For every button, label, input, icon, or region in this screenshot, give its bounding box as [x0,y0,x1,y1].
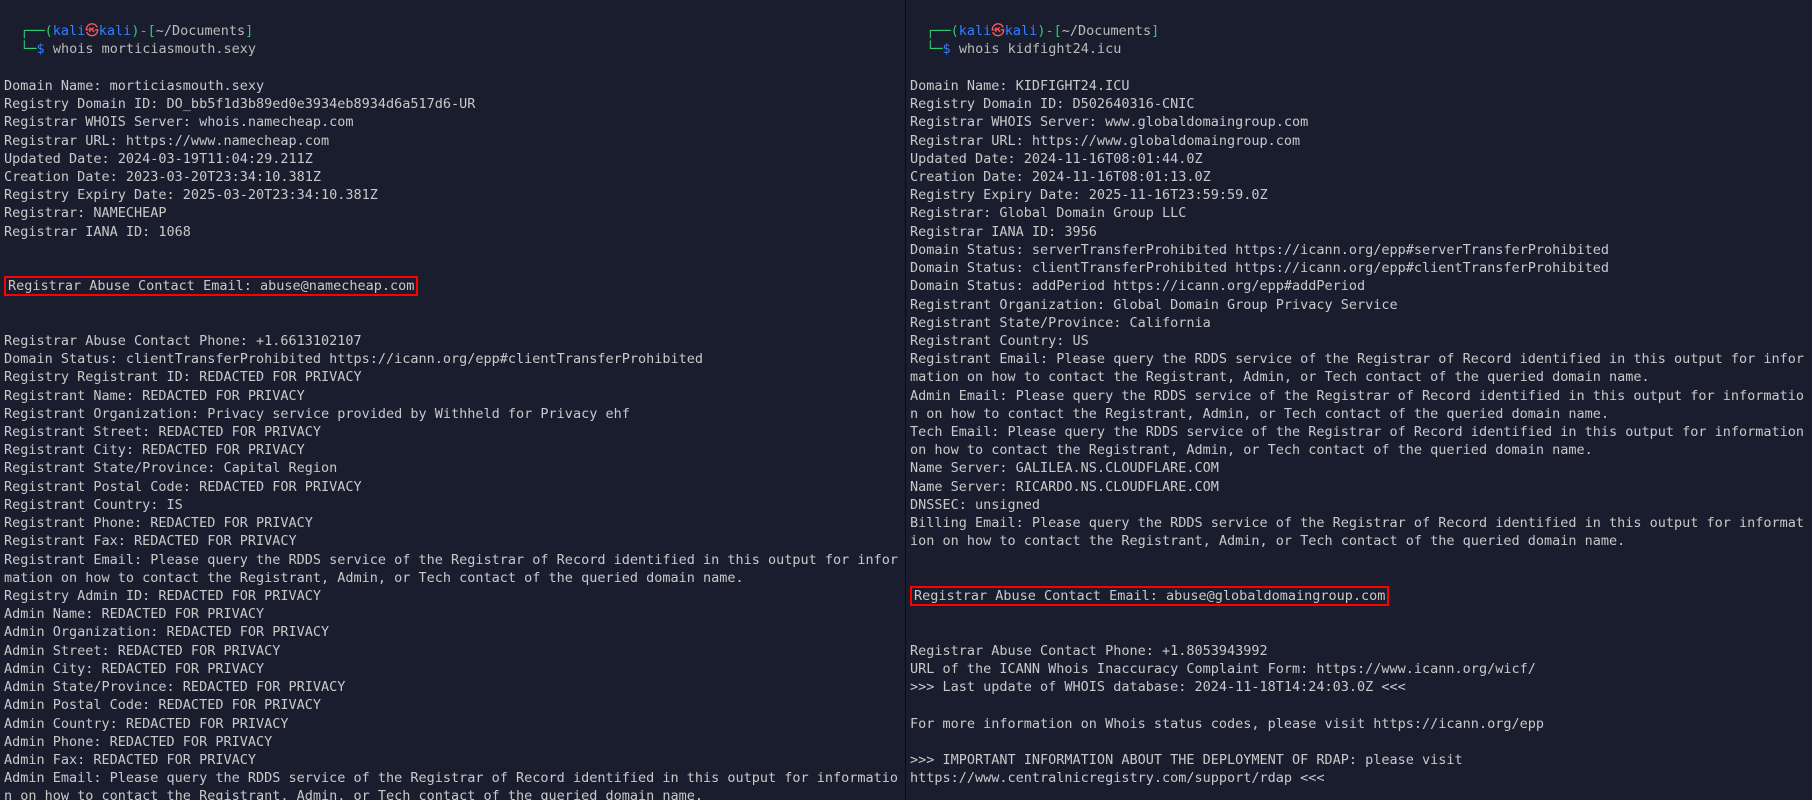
prompt-command-line-left: └─$ whois morticiasmouth.sexy [20,41,256,57]
prompt-line-right: ┌──(kali㉿kali)-[~/Documents] [926,23,1159,39]
prompt-cwd: ~/Documents [1062,23,1151,39]
command-text: whois kidfight24.icu [959,41,1122,57]
prompt-symbol: $ [943,41,951,57]
whois-output-left-2: Registrar Abuse Contact Phone: +1.661310… [4,332,901,800]
prompt-cwd: ~/Documents [156,23,245,39]
terminal-pane-right[interactable]: ┌──(kali㉿kali)-[~/Documents] └─$ whois k… [906,0,1812,800]
prompt-symbol: $ [37,41,45,57]
prompt-command-line-right: └─$ whois kidfight24.icu [926,41,1121,57]
prompt-line-left: ┌──(kali㉿kali)-[~/Documents] [20,23,253,39]
prompt-host: kali [1005,23,1038,39]
whois-output-right: Domain Name: KIDFIGHT24.ICU Registry Dom… [910,77,1808,551]
terminal-pane-left[interactable]: ┌──(kali㉿kali)-[~/Documents] └─$ whois m… [0,0,906,800]
command-text: whois morticiasmouth.sexy [53,41,256,57]
highlight-abuse-email-right: Registrar Abuse Contact Email: abuse@glo… [910,587,1808,605]
prompt-user: kali [959,23,992,39]
prompt-user: kali [53,23,86,39]
prompt-host: kali [99,23,132,39]
whois-output-left: Domain Name: morticiasmouth.sexy Registr… [4,77,901,241]
highlight-abuse-email-left: Registrar Abuse Contact Email: abuse@nam… [4,277,901,295]
whois-output-right-2: Registrar Abuse Contact Phone: +1.805394… [910,642,1808,800]
